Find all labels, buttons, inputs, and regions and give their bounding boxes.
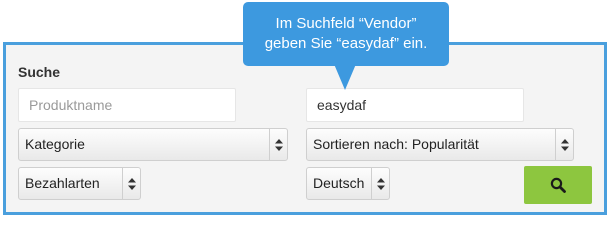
select-arrows-icon: [371, 168, 389, 199]
language-select-label: Deutsch: [313, 175, 365, 191]
product-name-input[interactable]: Produktname: [18, 88, 236, 122]
tooltip-line-1: Im Suchfeld “Vendor”: [275, 15, 417, 32]
sort-select-label: Sortieren nach: Popularität: [313, 136, 479, 152]
category-select[interactable]: Kategorie: [18, 128, 288, 161]
search-section-title: Suche: [18, 64, 61, 80]
vendor-input[interactable]: easydaf: [306, 88, 524, 122]
select-arrows-icon: [122, 168, 140, 199]
tooltip-pointer: [334, 64, 356, 90]
payment-methods-select[interactable]: Bezahlarten: [18, 167, 141, 200]
magnifier-icon: [550, 177, 566, 193]
category-select-label: Kategorie: [25, 136, 85, 152]
sort-select[interactable]: Sortieren nach: Popularität: [306, 128, 574, 161]
select-arrows-icon: [555, 129, 573, 160]
payment-methods-select-label: Bezahlarten: [25, 175, 100, 191]
instruction-tooltip: Im Suchfeld “Vendor” geben Sie “easydaf”…: [243, 2, 449, 90]
search-button[interactable]: [524, 166, 592, 204]
tooltip-line-2: geben Sie “easydaf” ein.: [264, 35, 428, 52]
language-select[interactable]: Deutsch: [306, 167, 390, 200]
select-arrows-icon: [269, 129, 287, 160]
